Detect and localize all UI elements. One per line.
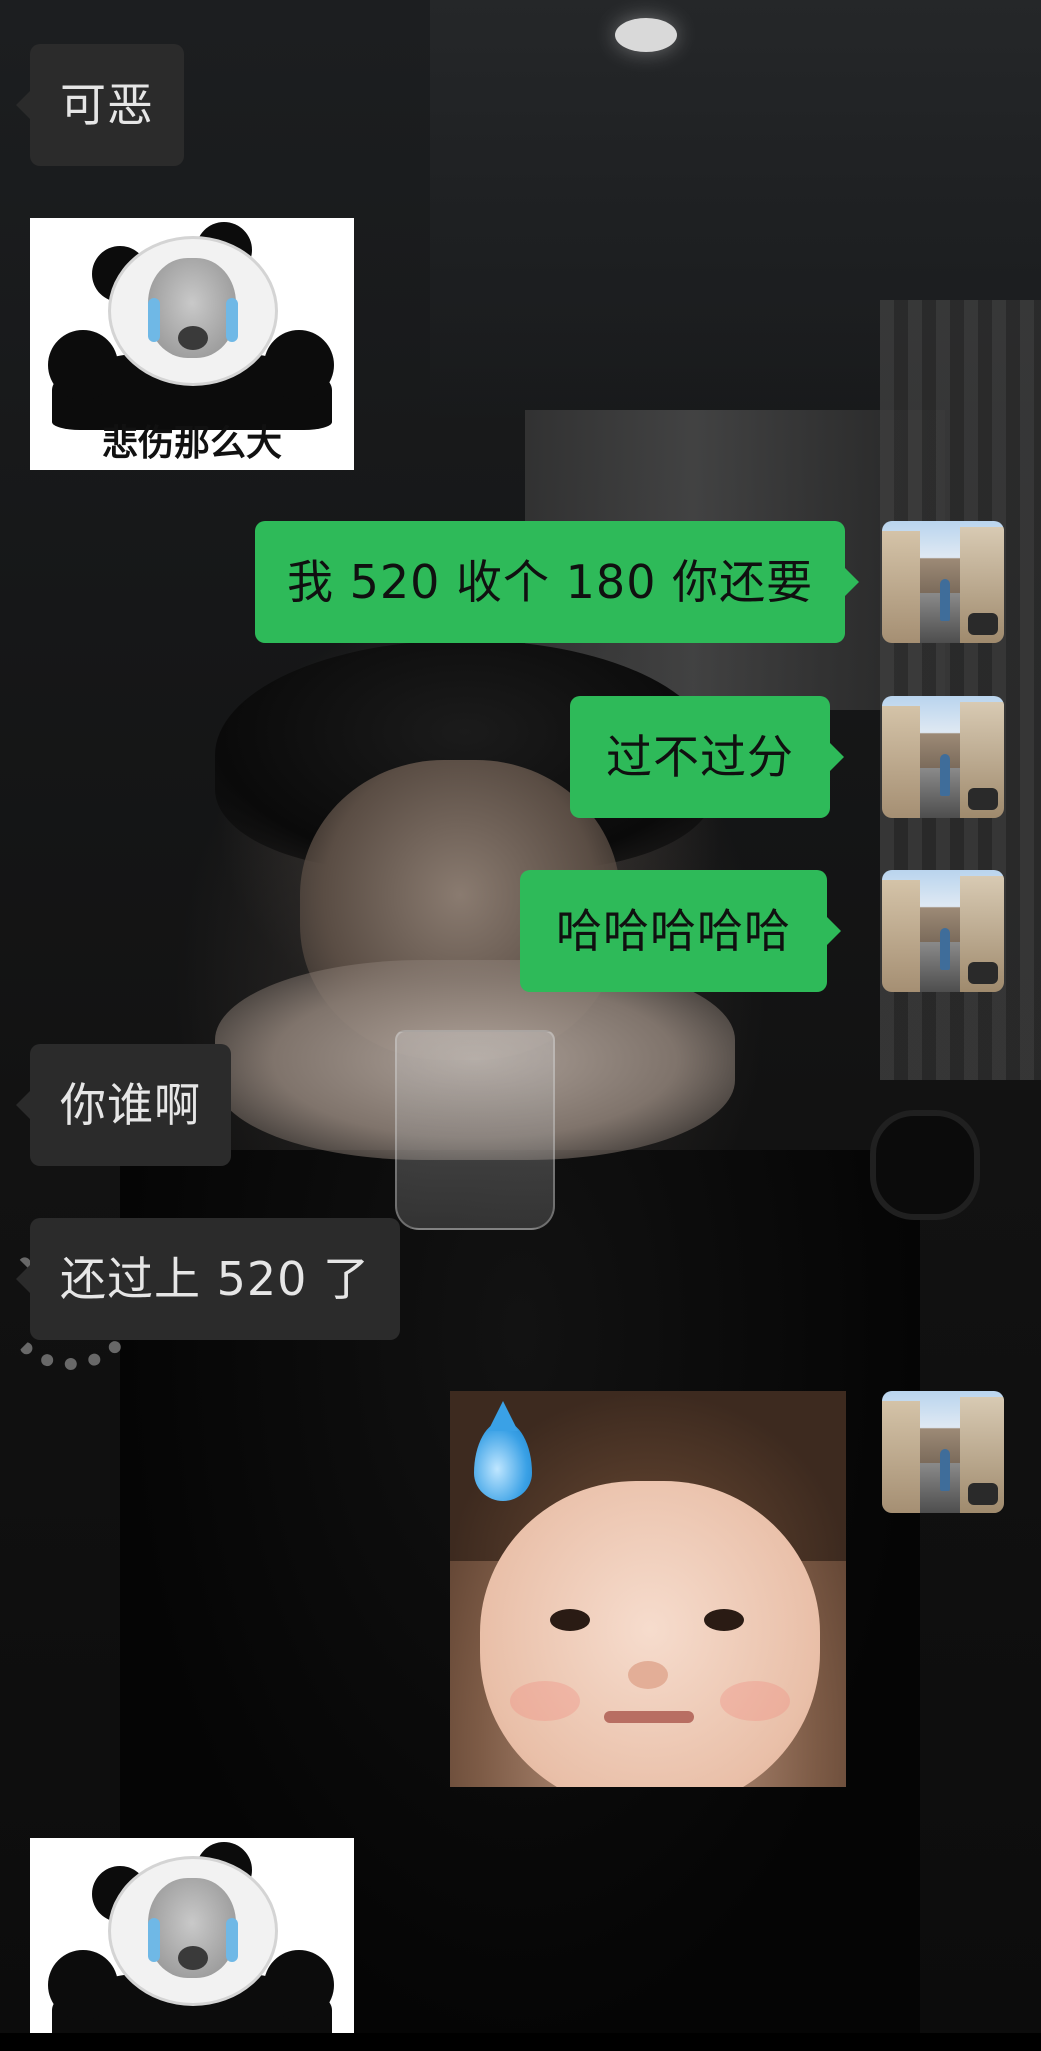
sticker-caption: 悲伤那么大 — [101, 423, 282, 464]
panda-arm-right — [264, 1950, 334, 2020]
message-row-incoming: 可恶 — [16, 44, 184, 166]
message-bubble-incoming[interactable]: 还过上 520 了 — [15, 1218, 401, 1340]
background-glass — [395, 1030, 555, 1230]
message-row-outgoing: 我 520 收个 180 你还要 — [255, 521, 860, 643]
self-avatar[interactable] — [882, 870, 1004, 992]
child-cheek-left — [510, 1681, 580, 1721]
message-bubble-outgoing[interactable]: 过不过分 — [570, 696, 844, 818]
panda-arm-left — [48, 330, 118, 400]
message-row-incoming: 你谁啊 — [16, 1044, 231, 1166]
bottom-edge — [0, 2033, 1041, 2051]
background-watch — [870, 1110, 980, 1220]
child-eye-left — [550, 1609, 590, 1631]
self-avatar[interactable] — [882, 1391, 1004, 1513]
panda-arm-right — [264, 330, 334, 400]
message-row-outgoing: 过不过分 — [570, 696, 844, 818]
message-bubble-incoming[interactable]: 可恶 — [16, 44, 184, 166]
background-light — [615, 18, 677, 52]
panda-mouth — [178, 326, 208, 350]
panda-arm-left — [48, 1950, 118, 2020]
child-eye-right — [704, 1609, 744, 1631]
self-avatar[interactable] — [882, 521, 1004, 643]
sticker-sweating-child[interactable] — [450, 1391, 846, 1787]
message-bubble-incoming[interactable]: 你谁啊 — [16, 1044, 231, 1166]
message-bubble-outgoing[interactable]: 我 520 收个 180 你还要 — [255, 521, 860, 643]
self-avatar[interactable] — [882, 696, 1004, 818]
message-row-outgoing: 哈哈哈哈哈 — [520, 870, 841, 992]
tear-icon — [148, 298, 160, 342]
panda-mouth — [178, 1946, 208, 1970]
child-cheek-right — [720, 1681, 790, 1721]
sticker-crying-panda[interactable]: 悲伤那么大 — [30, 218, 354, 470]
child-nose — [628, 1661, 668, 1689]
chat-screen: 可恶 悲伤那么大 我 520 收个 180 你还要 过不过分 哈哈哈哈哈 你谁啊 — [0, 0, 1041, 2051]
tear-icon — [226, 1918, 238, 1962]
message-bubble-outgoing[interactable]: 哈哈哈哈哈 — [520, 870, 841, 992]
child-mouth — [604, 1711, 694, 1723]
tear-icon — [148, 1918, 160, 1962]
child-face — [480, 1481, 820, 1787]
sticker-crying-panda[interactable] — [30, 1838, 354, 2038]
tear-icon — [226, 298, 238, 342]
message-row-incoming: 还过上 520 了 — [15, 1218, 401, 1340]
